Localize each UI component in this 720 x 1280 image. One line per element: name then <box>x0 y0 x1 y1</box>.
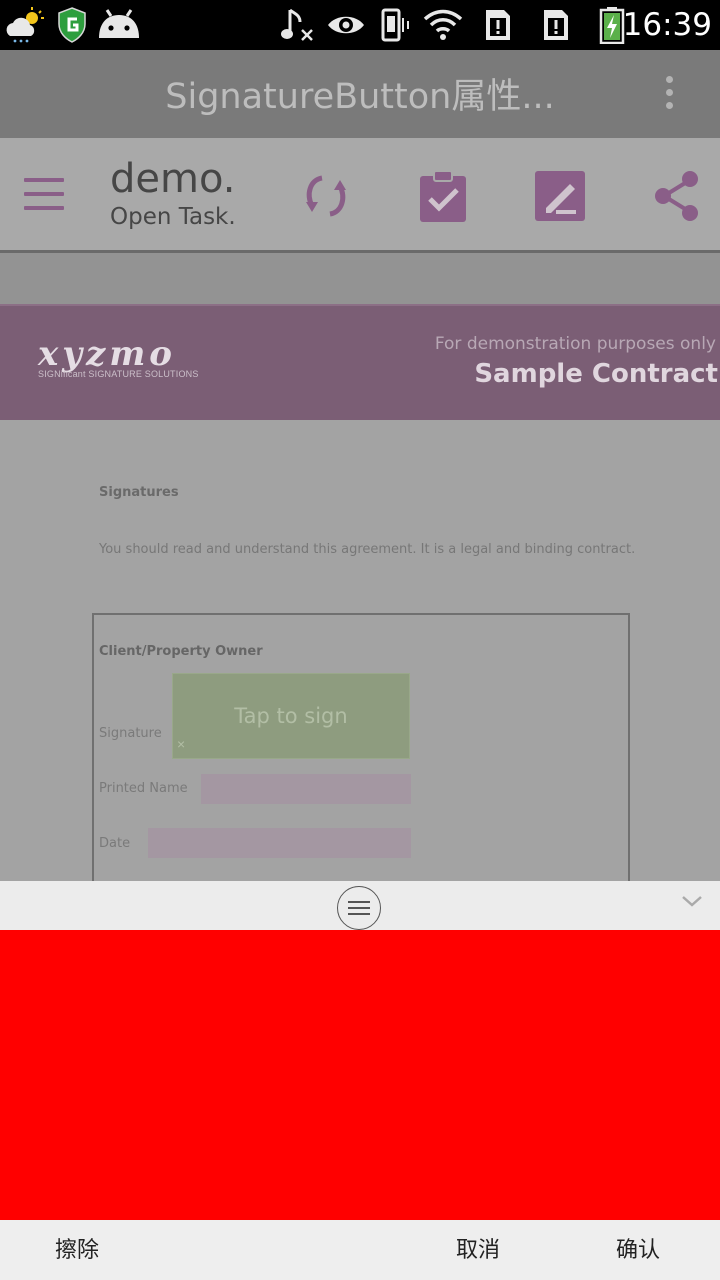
erase-button[interactable]: 擦除 <box>55 1220 99 1280</box>
confirm-button[interactable]: 确认 <box>616 1220 660 1280</box>
chevron-down-icon[interactable] <box>680 893 704 909</box>
document-toolbar: demo. Open Task. <box>0 138 720 252</box>
date-field[interactable] <box>148 828 411 858</box>
sync-icon[interactable] <box>298 168 354 224</box>
share-icon[interactable] <box>650 168 706 224</box>
sim-2-alert-icon <box>544 10 568 40</box>
brand-subtitle: SIGNificant SIGNATURE SOLUTIONS <box>38 369 199 379</box>
android-icon <box>99 9 139 38</box>
agreement-text: You should read and understand this agre… <box>99 542 636 557</box>
eye-icon <box>328 16 364 34</box>
shield-g-icon <box>58 7 86 43</box>
status-time: 16:39 <box>622 7 712 43</box>
signature-actions: 擦除 取消 确认 <box>0 1220 720 1280</box>
signatures-heading: Signatures <box>99 485 179 500</box>
sim-1-alert-icon <box>486 10 510 40</box>
signature-panel-header <box>0 881 720 930</box>
vibrate-icon <box>381 8 409 42</box>
tap-to-sign-button[interactable]: Tap to sign × <box>172 673 410 759</box>
demo-note: For demonstration purposes only <box>434 334 716 354</box>
section-title: Client/Property Owner <box>99 644 263 659</box>
wifi-icon <box>423 9 463 40</box>
drag-handle-icon[interactable] <box>337 886 381 930</box>
menu-icon[interactable] <box>24 178 64 210</box>
app-title: SignatureButton属性... <box>165 77 555 117</box>
signature-pad[interactable] <box>0 930 720 1220</box>
app-action-bar: SignatureButton属性... <box>0 50 720 138</box>
overflow-menu-icon[interactable] <box>666 76 674 112</box>
tap-to-sign-label: Tap to sign <box>234 704 348 728</box>
status-bar: 16:39 <box>0 0 720 50</box>
document-margin <box>0 253 720 304</box>
weather-rain-icon <box>6 7 44 43</box>
printed-name-field[interactable] <box>201 774 411 804</box>
sign-button-close-icon[interactable]: × <box>177 736 185 752</box>
app-logo: demo. Open Task. <box>110 156 236 232</box>
logo-line-2: Open Task. <box>110 204 236 230</box>
printed-name-label: Printed Name <box>99 781 188 796</box>
date-label: Date <box>99 836 131 851</box>
contract-title: Sample Contract <box>474 359 718 389</box>
edit-icon[interactable] <box>532 168 588 224</box>
signature-label: Signature <box>99 726 162 741</box>
document-page[interactable]: Signatures You should read and understan… <box>0 420 720 903</box>
cancel-button[interactable]: 取消 <box>456 1220 500 1280</box>
brand-logo: xyzmo <box>38 334 176 374</box>
clipboard-check-icon[interactable] <box>415 168 471 224</box>
logo-line-1: demo. <box>110 156 236 202</box>
music-muted-icon <box>281 8 313 41</box>
contract-banner: xyzmo SIGNificant SIGNATURE SOLUTIONS Fo… <box>0 304 720 420</box>
